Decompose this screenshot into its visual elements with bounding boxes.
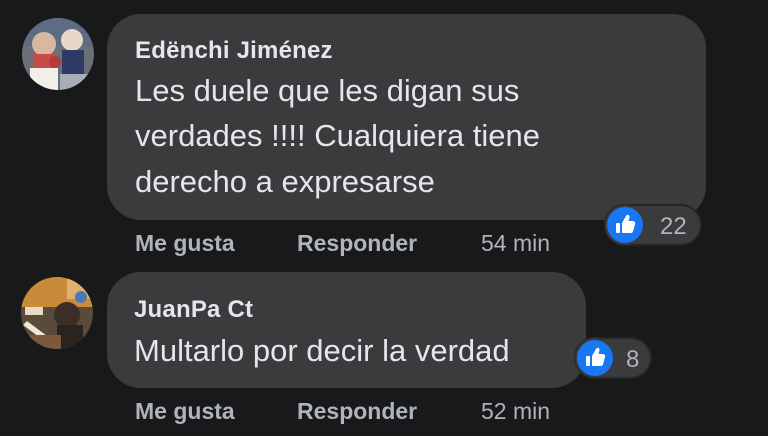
comment-text-line: derecho a expresarse <box>135 164 435 199</box>
like-icon <box>577 340 613 376</box>
comment-author[interactable]: Edënchi Jiménez <box>135 37 333 65</box>
reply-button[interactable]: Responder <box>297 230 417 257</box>
reaction-count: 22 <box>660 213 687 240</box>
comment-timestamp[interactable]: 54 min <box>481 230 550 257</box>
like-button[interactable]: Me gusta <box>135 230 235 257</box>
reaction-summary[interactable]: 8 <box>574 337 652 379</box>
comment-text-line: verdades !!!! Cualquiera tiene <box>135 118 540 153</box>
comment-text-line: Les duele que les digan sus <box>135 73 520 108</box>
reply-button[interactable]: Responder <box>297 398 417 425</box>
like-button[interactable]: Me gusta <box>135 398 235 425</box>
comment-bubble: Edënchi Jiménez Les duele que les digan … <box>107 14 706 220</box>
avatar-image <box>22 18 94 90</box>
avatar-image <box>21 277 93 349</box>
avatar[interactable] <box>22 18 94 90</box>
like-icon <box>607 207 643 243</box>
comment-author[interactable]: JuanPa Ct <box>134 296 253 324</box>
comment-timestamp[interactable]: 52 min <box>481 398 550 425</box>
comment-text-line: Multarlo por decir la verdad <box>134 333 510 368</box>
reaction-count: 8 <box>626 346 640 373</box>
reaction-summary[interactable]: 22 <box>604 204 702 246</box>
comment-bubble: JuanPa Ct Multarlo por decir la verdad <box>107 272 586 388</box>
avatar[interactable] <box>21 277 93 349</box>
